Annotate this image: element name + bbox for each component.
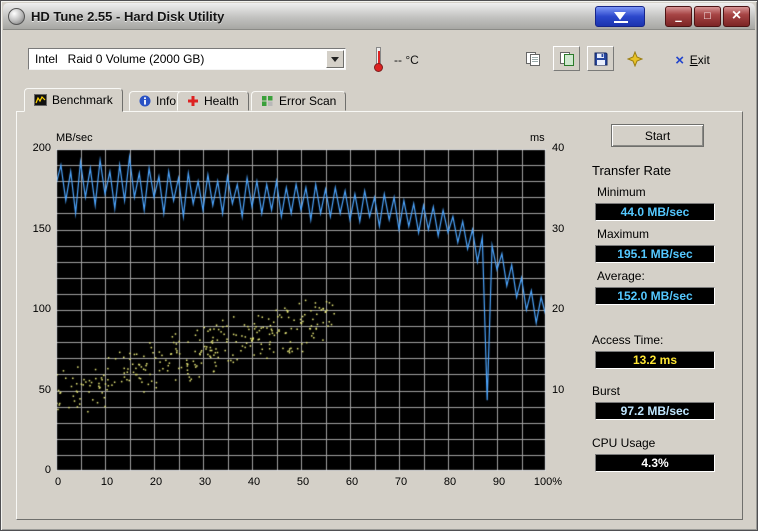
drive-selector[interactable]: Intel Raid 0 Volume (2000 GB)	[28, 48, 346, 70]
tick-label: 80	[443, 476, 457, 488]
exit-icon: ×	[675, 51, 684, 69]
tick-label: 0	[54, 476, 62, 488]
maximize-icon: □	[704, 10, 711, 22]
info-icon	[139, 95, 151, 107]
dropdown-arrow-icon[interactable]	[326, 50, 344, 68]
start-button[interactable]: Start	[611, 124, 704, 147]
average-label: Average:	[597, 269, 645, 283]
burst-label: Burst	[592, 384, 621, 398]
cpu-usage-value: 4.3%	[595, 454, 715, 472]
tick-label: 200	[32, 142, 51, 154]
app-window: HD Tune 2.55 - Hard Disk Utility – □ × I…	[0, 0, 758, 531]
window-controls: – □ ×	[665, 5, 750, 28]
close-icon: ×	[731, 7, 742, 24]
options-button[interactable]	[621, 46, 648, 71]
maximize-button[interactable]: □	[694, 5, 721, 27]
close-button[interactable]: ×	[723, 5, 750, 27]
save-icon	[594, 52, 607, 65]
minimum-label: Minimum	[597, 185, 646, 199]
copy-icon	[525, 51, 540, 66]
tick-label: 0	[44, 464, 51, 476]
temperature-value: -- °C	[394, 53, 419, 67]
update-download-button[interactable]	[595, 5, 645, 27]
minimize-icon: –	[674, 12, 683, 28]
drive-selector-value: Intel Raid 0 Volume (2000 GB)	[35, 52, 205, 66]
tick-label: 50	[296, 476, 310, 488]
exit-button[interactable]: × Exit	[675, 49, 710, 71]
tab-label: Health	[204, 94, 239, 108]
titlebar: HD Tune 2.55 - Hard Disk Utility – □ ×	[3, 3, 755, 30]
copy-screenshot-icon	[559, 51, 574, 66]
benchmark-icon	[34, 94, 47, 106]
thermometer-icon	[373, 47, 385, 72]
y-left-axis-label: MB/sec	[56, 132, 93, 144]
average-value: 152.0 MB/sec	[595, 287, 715, 305]
tab-label: Info	[156, 94, 177, 108]
tick-label: 10	[552, 383, 565, 396]
health-cross-icon	[188, 96, 198, 106]
tick-label: 100	[32, 303, 51, 315]
burst-value: 97.2 MB/sec	[595, 402, 715, 420]
tick-label: 40	[247, 476, 261, 488]
error-scan-grid-icon	[262, 96, 273, 106]
copy-text-button[interactable]	[519, 46, 546, 71]
minimum-value: 44.0 MB/sec	[595, 203, 715, 221]
copy-screenshot-button[interactable]	[553, 46, 580, 71]
tick-label: 20	[552, 303, 565, 315]
tab-label: Error Scan	[279, 94, 337, 108]
download-icon	[614, 12, 626, 26]
maximum-label: Maximum	[597, 227, 650, 241]
tick-label: 30	[552, 222, 565, 235]
access-time-value: 13.2 ms	[595, 351, 715, 369]
hdtune-app-icon	[8, 7, 25, 25]
tick-label: 60	[345, 476, 359, 488]
tab-health[interactable]: Health	[177, 91, 249, 111]
tick-label: 20	[149, 476, 163, 488]
maximum-value: 195.1 MB/sec	[595, 245, 715, 263]
tick-label: 30	[198, 476, 212, 488]
minimize-button[interactable]: –	[665, 5, 692, 28]
tick-label: 150	[32, 222, 51, 235]
tick-label: 10	[100, 476, 114, 488]
transfer-rate-heading: Transfer Rate	[592, 163, 671, 178]
access-time-label: Access Time:	[592, 333, 664, 347]
tab-label: Benchmark	[52, 93, 113, 107]
toolbar-icons	[519, 46, 648, 71]
tick-label: 90	[492, 476, 506, 488]
tick-label: 70	[394, 476, 408, 488]
save-screenshot-button[interactable]	[587, 46, 614, 71]
tick-label: 40	[552, 142, 565, 154]
tick-label: 50	[38, 383, 51, 396]
benchmark-chart	[56, 149, 546, 471]
tick-label: 100%	[533, 476, 563, 488]
exit-label: Exit	[689, 53, 710, 67]
window-title: HD Tune 2.55 - Hard Disk Utility	[31, 8, 225, 24]
tab-benchmark[interactable]: Benchmark	[24, 88, 123, 112]
y-right-axis-label: ms	[530, 132, 545, 144]
tab-error-scan[interactable]: Error Scan	[251, 91, 347, 111]
cpu-usage-label: CPU Usage	[592, 436, 656, 450]
options-star-icon	[626, 50, 643, 67]
